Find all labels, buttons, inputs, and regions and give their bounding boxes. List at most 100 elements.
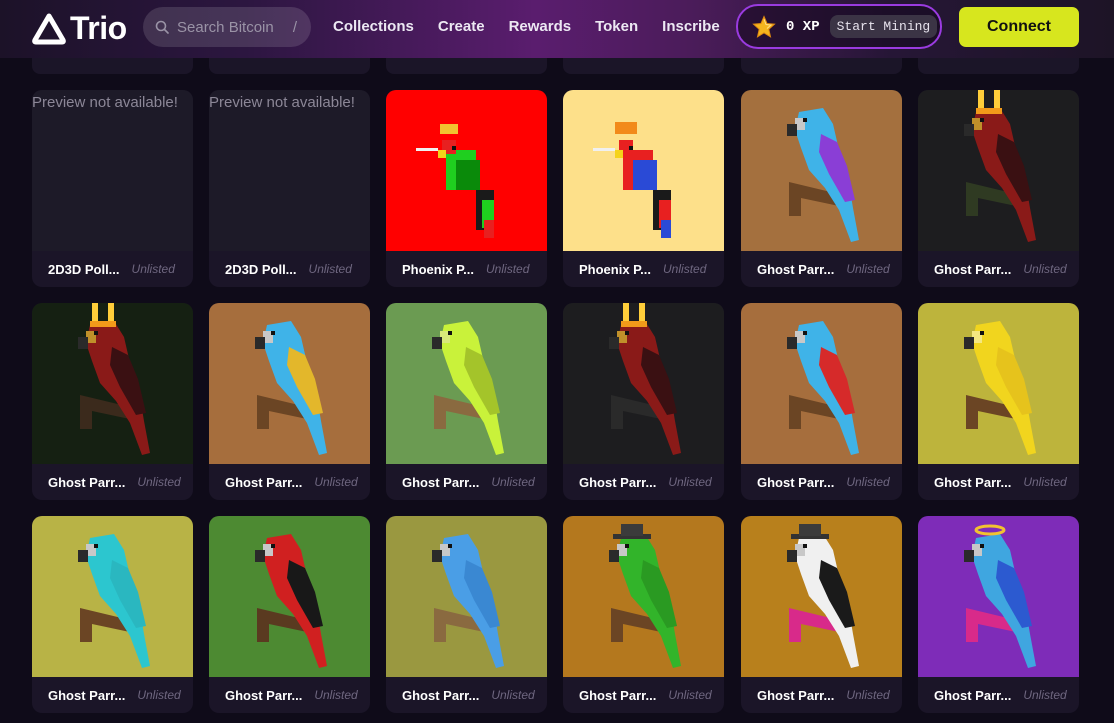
inscription-card[interactable]: Ghost Parr... Unlisted [563,303,724,500]
card-footer: 2D3D Poll... Unlisted [32,251,193,287]
xp-widget[interactable]: 0 XP Start Mining [736,4,942,49]
card-image [32,516,193,677]
parrot-eye-shape [452,146,456,150]
connect-button[interactable]: Connect [959,7,1079,47]
card-footer: Ghost Parr... Unlisted [741,251,902,287]
card-footer: Ghost Parr... Unlisted [741,677,902,713]
card-title: 2D3D Poll... [48,261,120,277]
inscription-card[interactable]: Phoenix P... Unlisted [386,90,547,287]
listing-status: Unlisted [308,262,352,276]
search-input[interactable]: Search Bitcoin / [143,7,311,47]
listing-status: Unlisted [137,688,181,702]
card-partial[interactable] [918,58,1079,74]
inscription-card[interactable]: Preview not available! 2D3D Poll... Unlist… [32,90,193,287]
card-title: Ghost Parr... [579,687,657,703]
listing-status: Unlisted [137,475,181,489]
card-image [386,516,547,677]
card-footer: Ghost Parr... Unlisted [741,464,902,500]
preview-unavailable-text: Preview not available! [32,94,178,111]
inscription-card[interactable]: Ghost Parr... Unlisted [918,516,1079,713]
voxel-parrot-art [741,90,902,251]
voxel-parrot-art [741,303,902,464]
inscription-card[interactable]: Ghost Parr... Unlisted [32,516,193,713]
nav-inscribe[interactable]: Inscribe [662,18,720,35]
nav-rewards[interactable]: Rewards [509,18,572,35]
nav-token[interactable]: Token [595,18,638,35]
inscription-card[interactable]: Preview not available! 2D3D Poll... Unlist… [209,90,370,287]
parrot-eye-shape [448,544,452,548]
card-image [741,303,902,464]
card-partial[interactable] [741,58,902,74]
parrot-eye-shape [625,544,629,548]
trio-logo[interactable]: Trio [32,10,127,47]
parrot-eye-shape [271,544,275,548]
hardhat-shape [615,122,637,134]
card-title: Ghost Parr... [579,474,657,490]
inscription-card[interactable]: Ghost Parr... Unlisted [32,303,193,500]
listing-status: Unlisted [846,475,890,489]
card-footer: Phoenix P... Unlisted [386,251,547,287]
listing-status: Unlisted [668,475,712,489]
nav-create[interactable]: Create [438,18,485,35]
triangle-logo-icon [32,13,66,44]
card-image [563,516,724,677]
card-partial[interactable] [563,58,724,74]
card-title: Phoenix P... [579,261,652,277]
card-image [32,303,193,464]
parrot-beak-shape [78,550,88,562]
card-footer: 2D3D Poll... Unlisted [209,251,370,287]
inscription-card[interactable]: Ghost Parr... Unlisted [209,516,370,713]
search-shortcut-key: / [292,18,297,36]
card-partial[interactable] [386,58,547,74]
voxel-parrot-art [209,516,370,677]
inscription-card[interactable]: Ghost Parr... Unlisted [386,303,547,500]
pixel-parrot-shape [661,220,671,238]
inscription-card[interactable]: Ghost Parr... Unlisted [741,303,902,500]
parrot-beak-shape [964,337,974,349]
inscription-card[interactable]: Ghost Parr... Unlisted [918,303,1079,500]
inscription-card[interactable]: Ghost Parr... Unlisted [386,516,547,713]
xp-value: 0 XP [786,18,820,35]
parrot-eye-shape [980,331,984,335]
card-title: Ghost Parr... [757,474,835,490]
card-image [918,90,1079,251]
card-partial[interactable] [32,58,193,74]
inscription-card[interactable]: Ghost Parr... Unlisted [209,303,370,500]
card-title: Ghost Parr... [48,474,126,490]
parrot-eye-shape [271,331,275,335]
parrot-eye-shape [803,331,807,335]
inscription-card[interactable]: Ghost Parr... Unlisted [741,516,902,713]
parrot-eye-shape [980,118,984,122]
pixel-parrot-shape [615,150,623,158]
parrot-eye-shape [803,544,807,548]
inscription-card[interactable]: Ghost Parr... Unlisted [741,90,902,287]
main-nav: Collections Create Rewards Token Inscrib… [333,18,744,35]
parrot-beak-shape [609,550,619,562]
card-image [386,90,547,251]
fedora-hat-shape [799,524,821,536]
card-footer: Ghost Parr... Unlisted [32,677,193,713]
star-icon [752,14,776,38]
pixel-parrot-shape [484,220,494,238]
card-footer: Ghost Parr... Unlisted [386,677,547,713]
card-footer: Ghost Parr... Unlisted [209,464,370,500]
card-partial[interactable] [209,58,370,74]
inscription-card[interactable]: Ghost Parr... Unlisted [563,516,724,713]
parrot-beak-shape [787,124,797,136]
voxel-parrot-art [386,516,547,677]
parrot-beak-shape [964,124,974,136]
card-footer: Ghost Parr... Unlisted [386,464,547,500]
search-placeholder: Search Bitcoin [177,18,274,36]
start-mining-button[interactable]: Start Mining [829,15,938,38]
card-title: Ghost Parr... [757,687,835,703]
logo-text: Trio [70,10,127,46]
inscription-card[interactable]: Phoenix P... Unlisted [563,90,724,287]
listing-status: Unlisted [668,688,712,702]
listing-status: Unlisted [131,262,175,276]
nav-collections[interactable]: Collections [333,18,414,35]
pixel-parrot-shape [456,160,480,190]
card-footer: Ghost Parr... Unlisted [918,251,1079,287]
inscription-card[interactable]: Ghost Parr... Unlisted [918,90,1079,287]
listing-status: Unlisted [846,262,890,276]
card-title: Ghost Parr... [934,687,1012,703]
